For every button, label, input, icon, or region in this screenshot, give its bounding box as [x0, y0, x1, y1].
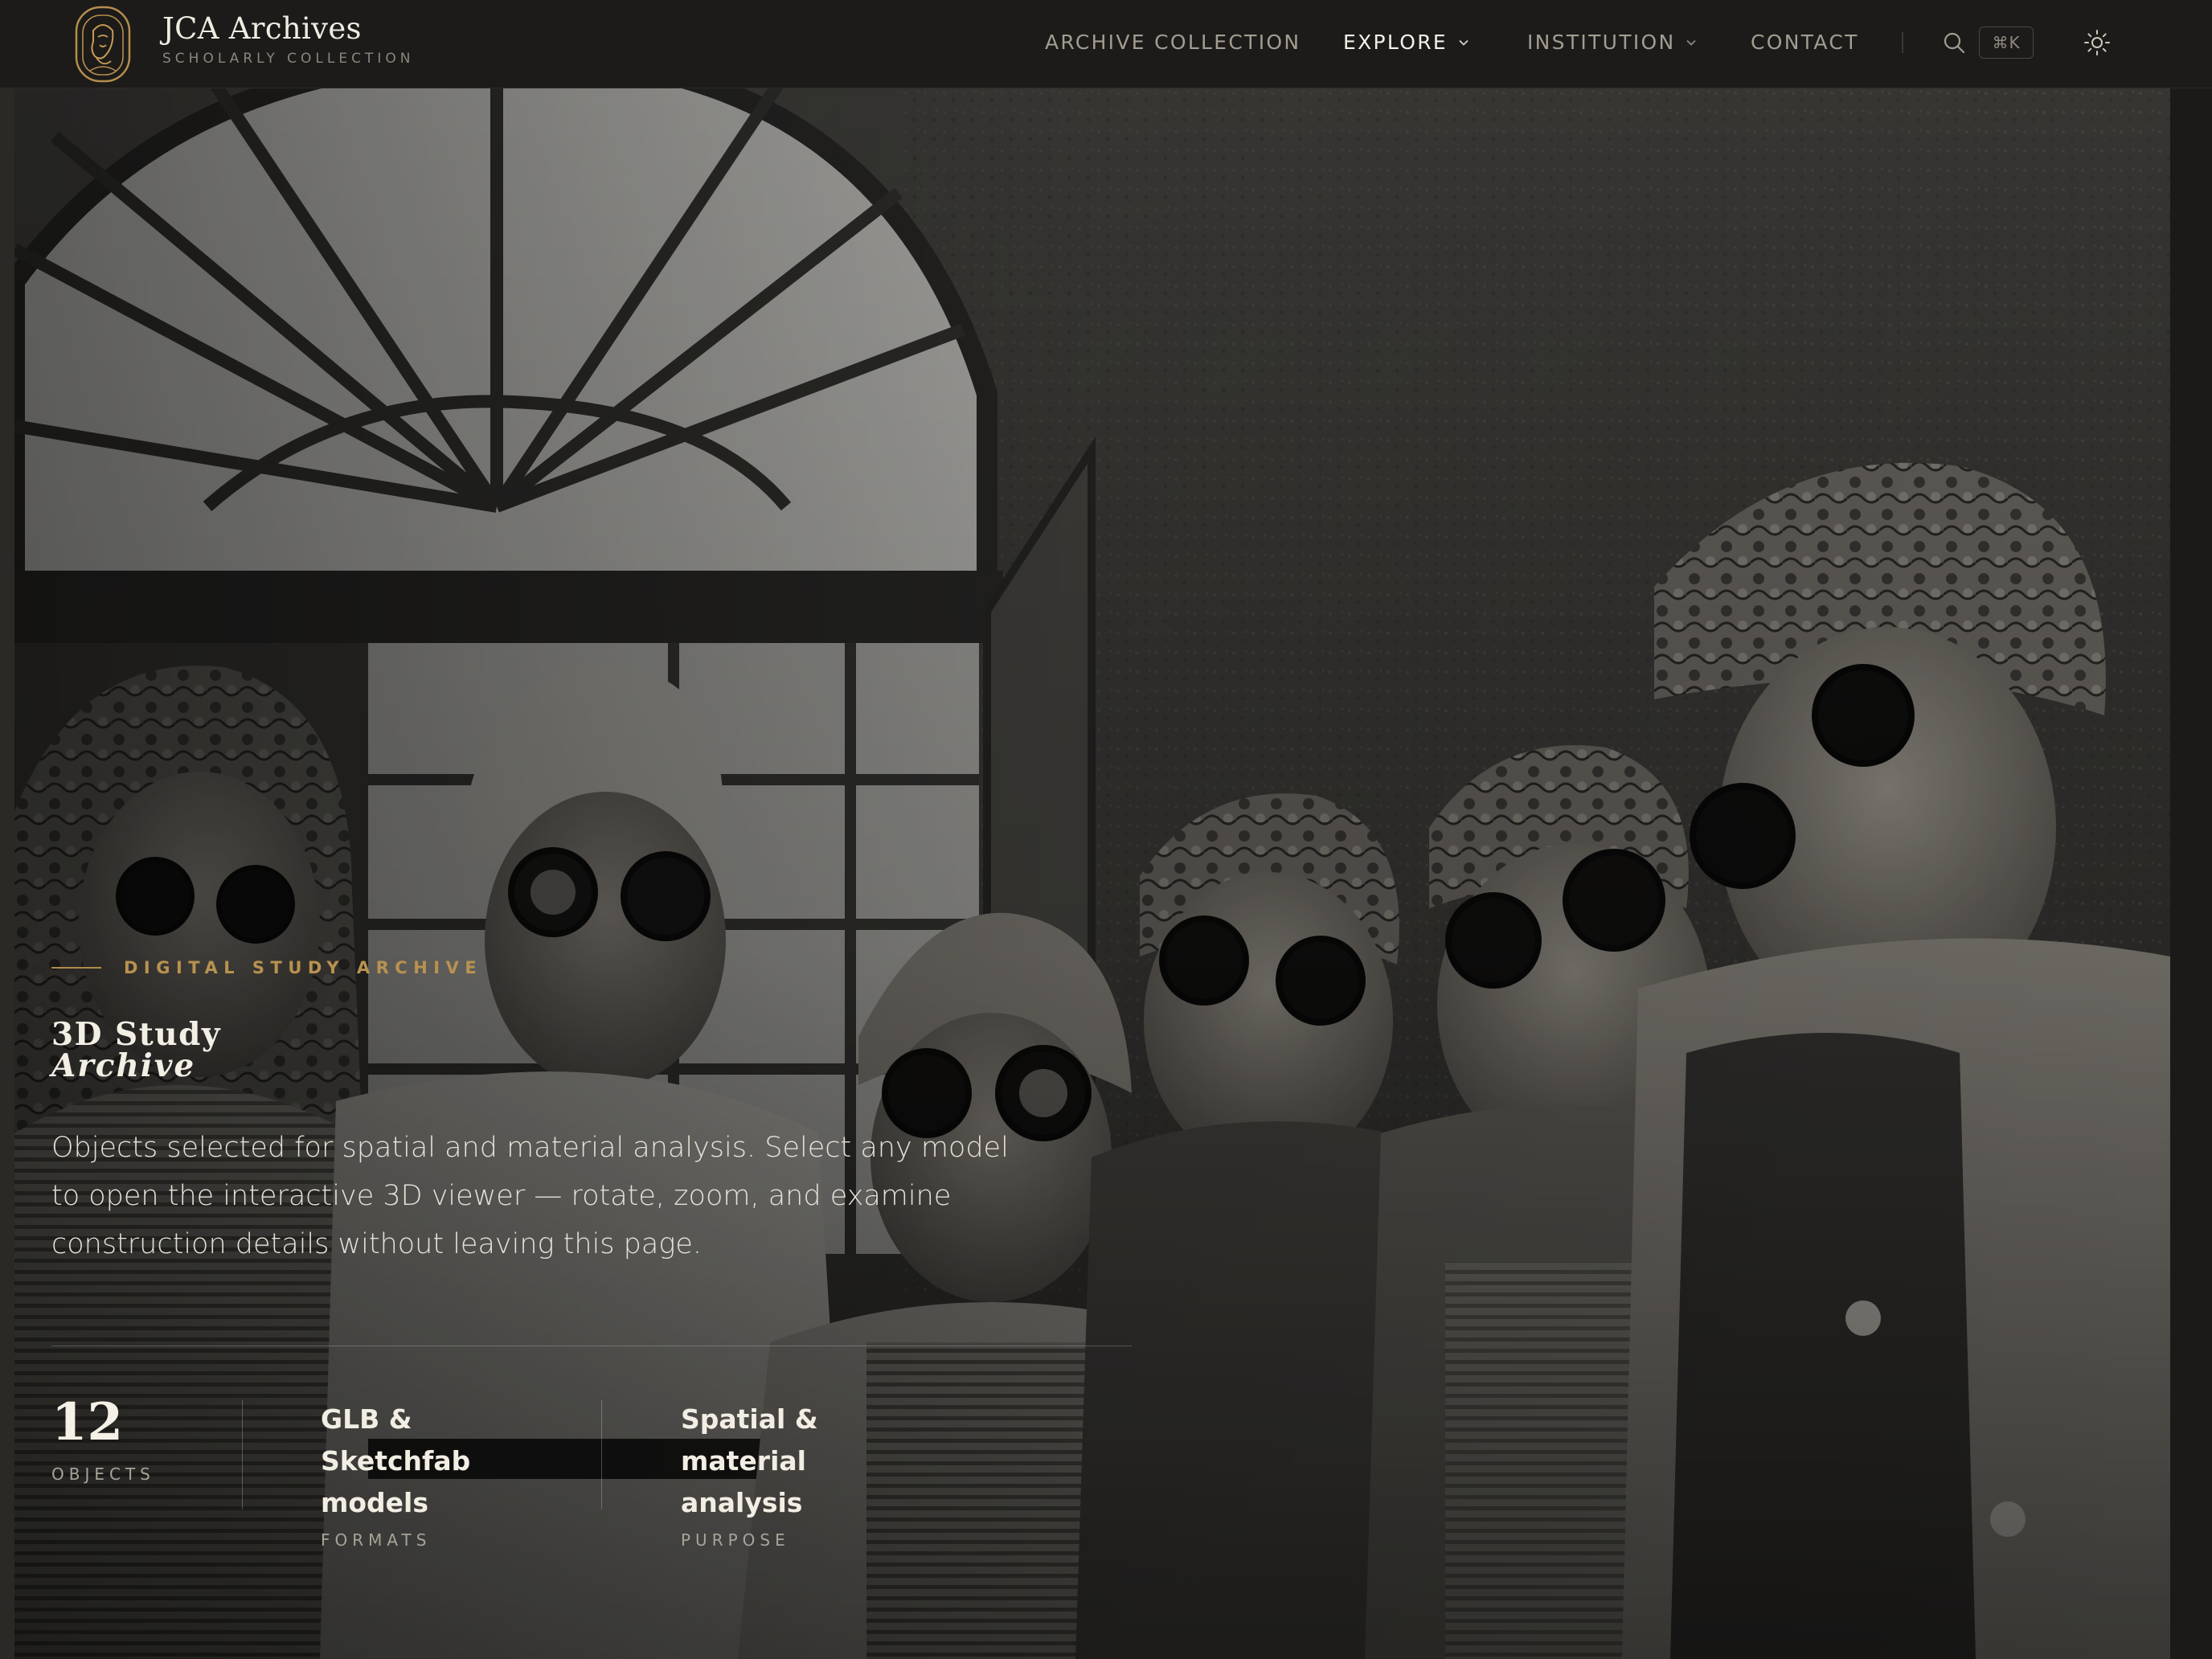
stat-objects-value: 12 [51, 1392, 124, 1452]
stat-objects-label: OBJECTS [51, 1464, 155, 1484]
stat-objects: 12 OBJECTS [51, 1392, 155, 1485]
stat-separator [601, 1400, 602, 1509]
brand-title: JCA Archives [162, 11, 362, 46]
search-icon[interactable] [1942, 31, 1966, 55]
eyebrow-text: DIGITAL STUDY ARCHIVE [124, 958, 483, 977]
stat-purpose: Spatial & material analysis PURPOSE [681, 1399, 922, 1550]
hero-description: Objects selected for spatial and materia… [51, 1132, 1009, 1260]
page-title-line1: 3D Study [51, 1016, 221, 1053]
chevron-down-icon [1686, 39, 1697, 46]
nav-contact-label: CONTACT [1751, 31, 1859, 54]
brand-home-link[interactable]: JCA Archives SCHOLARLY COLLECTION [74, 5, 410, 84]
hero-eyebrow: DIGITAL STUDY ARCHIVE [51, 958, 482, 977]
nav-institution-label: INSTITUTION [1527, 31, 1676, 54]
nav-archive-collection[interactable]: ARCHIVE COLLECTION [1045, 31, 1301, 54]
nav-explore[interactable]: EXPLORE [1343, 31, 1470, 54]
brand-logo-icon [75, 6, 131, 83]
hero-right-edge [2170, 88, 2212, 1659]
eyebrow-rule [51, 967, 101, 969]
search-shortcut-badge[interactable]: ⌘K [1979, 27, 2034, 59]
hero-left-edge [0, 88, 14, 1659]
sun-icon[interactable] [2083, 29, 2111, 56]
stat-formats: GLB & Sketchfab models FORMATS [321, 1399, 562, 1550]
nav-contact[interactable]: CONTACT [1751, 31, 1859, 54]
stat-separator [242, 1400, 243, 1509]
stat-purpose-value: Spatial & material analysis [681, 1403, 818, 1518]
top-nav: JCA Archives SCHOLARLY COLLECTION ARCHIV… [0, 0, 2212, 88]
nav-explore-label: EXPLORE [1343, 31, 1448, 54]
chevron-down-icon [1459, 39, 1469, 46]
page-title-line2: Archive [51, 1047, 196, 1084]
stat-formats-label: FORMATS [321, 1530, 432, 1550]
nav-divider [1902, 32, 1903, 53]
stat-purpose-label: PURPOSE [681, 1530, 790, 1550]
nav-institution[interactable]: INSTITUTION [1527, 31, 1698, 54]
stat-formats-value: GLB & Sketchfab models [321, 1403, 471, 1518]
brand-subtitle: SCHOLARLY COLLECTION [162, 51, 415, 67]
nav-archive-collection-label: ARCHIVE COLLECTION [1045, 31, 1301, 54]
page-title: 3D Study Archive [51, 1016, 221, 1084]
